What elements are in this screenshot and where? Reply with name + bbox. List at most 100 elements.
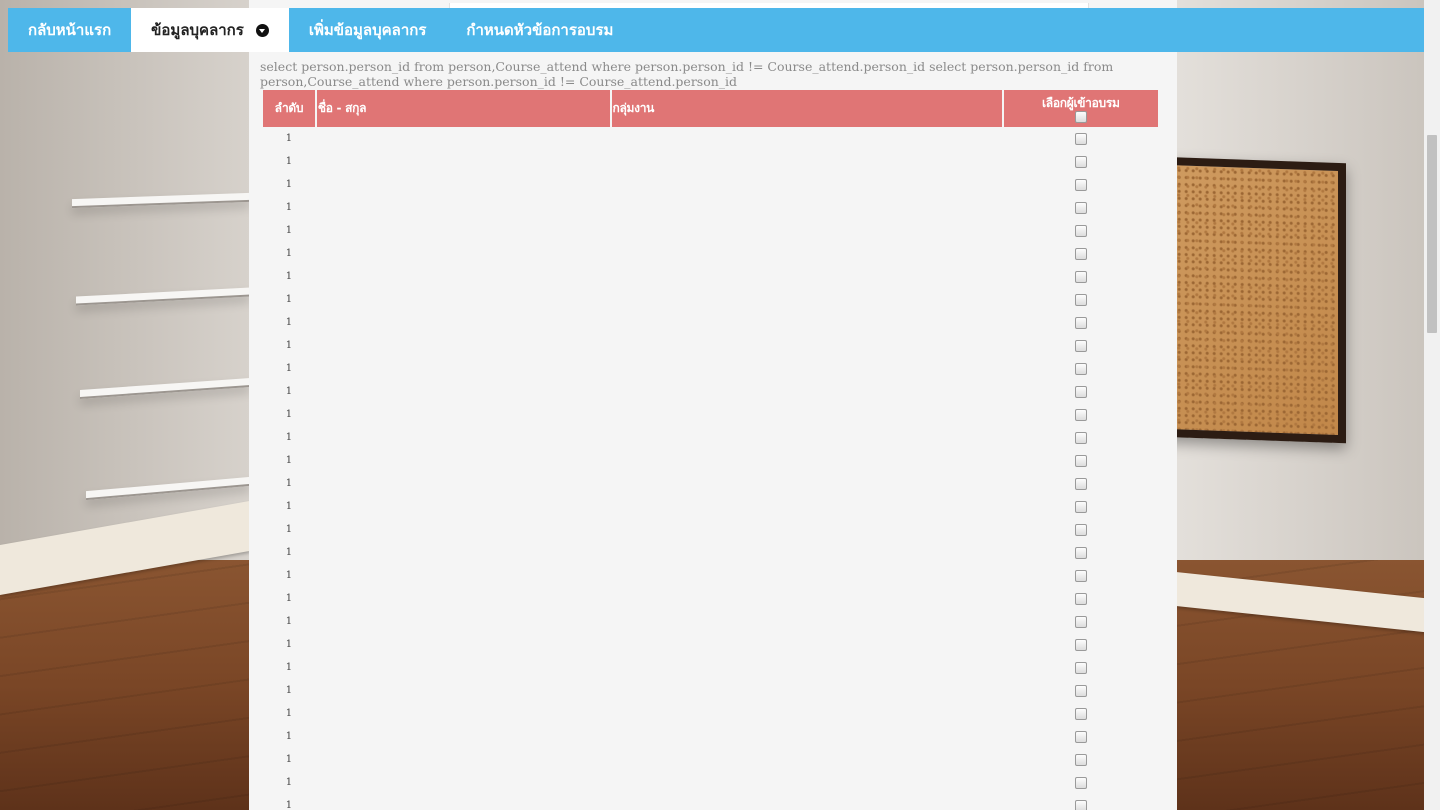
row-number: 1 — [285, 156, 293, 167]
header-no: ลำดับ — [263, 90, 315, 127]
row-select-checkbox[interactable] — [1074, 776, 1087, 789]
row-select-cell — [1004, 357, 1158, 380]
row-select-checkbox[interactable] — [1074, 638, 1087, 651]
table-row: 1 — [263, 541, 1158, 564]
row-select-cell — [1004, 150, 1158, 173]
row-group — [612, 472, 1002, 495]
row-select-cell — [1004, 633, 1158, 656]
row-number: 1 — [285, 386, 293, 397]
row-select-checkbox[interactable] — [1074, 661, 1087, 674]
row-select-cell — [1004, 196, 1158, 219]
row-group — [612, 771, 1002, 794]
row-select-cell — [1004, 311, 1158, 334]
row-select-checkbox[interactable] — [1074, 730, 1087, 743]
row-name — [317, 173, 610, 196]
table-row: 1 — [263, 403, 1158, 426]
row-group — [612, 380, 1002, 403]
row-group — [612, 610, 1002, 633]
row-select-checkbox[interactable] — [1074, 270, 1087, 283]
row-select-checkbox[interactable] — [1074, 293, 1087, 306]
scrollbar-thumb[interactable] — [1427, 135, 1437, 333]
row-select-cell — [1004, 219, 1158, 242]
row-select-checkbox[interactable] — [1074, 799, 1087, 810]
page-scrollbar[interactable] — [1424, 0, 1440, 810]
row-number: 1 — [285, 777, 293, 788]
row-group — [612, 426, 1002, 449]
row-group — [612, 334, 1002, 357]
row-name — [317, 150, 610, 173]
row-select-checkbox[interactable] — [1074, 546, 1087, 559]
row-select-checkbox[interactable] — [1074, 201, 1087, 214]
row-number: 1 — [285, 133, 293, 144]
row-select-checkbox[interactable] — [1074, 385, 1087, 398]
row-select-checkbox[interactable] — [1074, 592, 1087, 605]
row-number: 1 — [285, 317, 293, 328]
row-select-checkbox[interactable] — [1074, 523, 1087, 536]
row-number: 1 — [285, 225, 293, 236]
row-select-checkbox[interactable] — [1074, 454, 1087, 467]
row-number: 1 — [285, 501, 293, 512]
row-select-cell — [1004, 403, 1158, 426]
row-select-checkbox[interactable] — [1074, 431, 1087, 444]
row-select-checkbox[interactable] — [1074, 707, 1087, 720]
nav-personnel[interactable]: ข้อมูลบุคลากร — [131, 8, 289, 52]
row-select-checkbox[interactable] — [1074, 132, 1087, 145]
table-body: 1 1 1 1 1 1 1 1 1 1 1 1 1 1 1 1 1 1 1 1 1 1 1 1 1 1 1 1 1 1 — [263, 127, 1158, 810]
row-select-cell — [1004, 334, 1158, 357]
row-select-checkbox[interactable] — [1074, 224, 1087, 237]
row-name — [317, 196, 610, 219]
row-select-checkbox[interactable] — [1074, 753, 1087, 766]
row-select-checkbox[interactable] — [1074, 408, 1087, 421]
row-select-checkbox[interactable] — [1074, 615, 1087, 628]
nav-training-topics[interactable]: กำหนดหัวข้อการอบรม — [446, 8, 633, 52]
table-row: 1 — [263, 587, 1158, 610]
row-number: 1 — [285, 363, 293, 374]
row-select-checkbox[interactable] — [1074, 316, 1087, 329]
row-number: 1 — [285, 340, 293, 351]
row-group — [612, 196, 1002, 219]
header-name: ชื่อ - สกุล — [316, 90, 610, 127]
row-select-checkbox[interactable] — [1074, 362, 1087, 375]
table-row: 1 — [263, 288, 1158, 311]
row-select-checkbox[interactable] — [1074, 477, 1087, 490]
row-number: 1 — [285, 754, 293, 765]
row-name — [317, 380, 610, 403]
row-name — [317, 426, 610, 449]
row-select-checkbox[interactable] — [1074, 500, 1087, 513]
row-select-cell — [1004, 610, 1158, 633]
row-number: 1 — [285, 708, 293, 719]
row-select-cell — [1004, 794, 1158, 810]
table-row: 1 — [263, 449, 1158, 472]
row-select-checkbox[interactable] — [1074, 569, 1087, 582]
nav-home[interactable]: กลับหน้าแรก — [8, 8, 131, 52]
nav-personnel-label: ข้อมูลบุคลากร — [151, 21, 244, 39]
row-select-cell — [1004, 449, 1158, 472]
row-select-checkbox[interactable] — [1074, 178, 1087, 191]
table-row: 1 — [263, 219, 1158, 242]
row-select-checkbox[interactable] — [1074, 247, 1087, 260]
row-name — [317, 311, 610, 334]
row-name — [317, 679, 610, 702]
header-select-label: เลือกผู้เข้าอบรม — [1042, 96, 1120, 110]
row-select-cell — [1004, 288, 1158, 311]
row-select-checkbox[interactable] — [1074, 155, 1087, 168]
row-select-checkbox[interactable] — [1074, 684, 1087, 697]
table-row: 1 — [263, 380, 1158, 403]
row-select-checkbox[interactable] — [1074, 339, 1087, 352]
table-row: 1 — [263, 357, 1158, 380]
row-number: 1 — [285, 432, 293, 443]
nav-add-personnel[interactable]: เพิ่มข้อมูลบุคลากร — [289, 8, 447, 52]
row-group — [612, 679, 1002, 702]
select-all-checkbox[interactable] — [1074, 111, 1087, 123]
row-number: 1 — [285, 547, 293, 558]
row-group — [612, 357, 1002, 380]
row-group — [612, 449, 1002, 472]
chevron-down-circle-icon[interactable] — [255, 23, 269, 37]
row-group — [612, 403, 1002, 426]
row-name — [317, 242, 610, 265]
table-row: 1 — [263, 426, 1158, 449]
row-group — [612, 748, 1002, 771]
row-number: 1 — [285, 248, 293, 259]
table-row: 1 — [263, 748, 1158, 771]
row-group — [612, 173, 1002, 196]
